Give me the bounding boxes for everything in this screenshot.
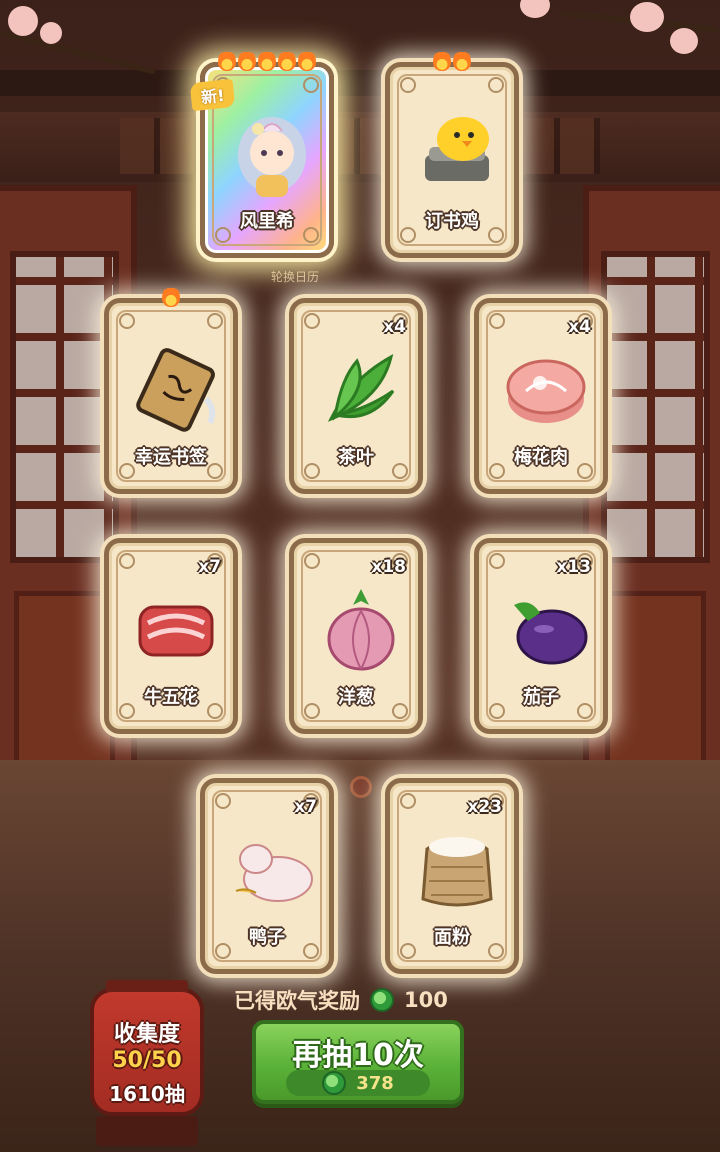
ceiling-beam [0, 70, 720, 96]
draw-again-button[interactable]: 再抽10次 378 [252, 1020, 464, 1104]
card-name: 牛五花 [144, 687, 198, 708]
flame-icon [278, 49, 296, 71]
card-quantity: x23 [467, 797, 502, 817]
reward-card[interactable]: x23 面粉 [385, 778, 519, 974]
card-corner-ornament [119, 313, 135, 329]
jade-coin-icon [322, 1071, 347, 1095]
reward-card[interactable]: 新! 风里希 [189, 49, 334, 258]
card-name: 风里希 [240, 211, 294, 232]
flame-icon [453, 49, 471, 71]
card-name: 梅花肉 [514, 447, 568, 468]
flame-icon [433, 49, 451, 71]
rarity-flames [109, 285, 233, 311]
card-corner-ornament [400, 77, 416, 93]
blossom-branch [0, 30, 156, 75]
lantern-stand [96, 1116, 198, 1146]
reward-label: 已得欧气奖励 [234, 989, 360, 1013]
card-corner-ornament [304, 313, 320, 329]
card-quantity: x13 [556, 557, 591, 577]
card-name: 幸运书签 [135, 447, 207, 468]
card-corner-ornament [207, 313, 223, 329]
card-name: 茶叶 [338, 447, 374, 468]
card-quantity: x4 [568, 317, 591, 337]
blossom-flower [520, 0, 550, 18]
card-name: 订书鸡 [425, 211, 479, 232]
beef-slice-icon [126, 579, 226, 679]
tea-leaf-icon [311, 339, 411, 439]
reward-card[interactable]: 订书鸡 [385, 49, 519, 258]
card-corner-ornament [215, 793, 231, 809]
card-corner-ornament [303, 77, 319, 93]
lattice-panel [120, 118, 600, 174]
flame-icon [258, 49, 276, 71]
flame-icon [238, 49, 256, 71]
flour-sack-icon [407, 819, 507, 919]
card-corner-ornament [489, 553, 505, 569]
reward-card[interactable]: x4 梅花肉 [474, 298, 608, 494]
card-corner-ornament [304, 553, 320, 569]
blossom-flower [40, 22, 62, 44]
duck-icon [222, 819, 322, 919]
draw-cost: 378 [286, 1070, 430, 1096]
rotation-calendar-label: 轮换日历 [270, 270, 319, 284]
card-name: 茄子 [523, 687, 559, 708]
jade-coin-icon [370, 988, 394, 1012]
reward-card[interactable]: 幸运书签 [104, 285, 238, 494]
flame-icon [162, 285, 180, 307]
reward-card[interactable]: x7 鸭子 [200, 778, 334, 974]
onion-icon [311, 579, 411, 679]
character-portrait-icon [222, 103, 322, 203]
card-quantity: x4 [383, 317, 406, 337]
reward-card[interactable]: x7 牛五花 [104, 538, 238, 734]
door-knob [350, 776, 372, 798]
card-corner-ornament [400, 793, 416, 809]
card-name: 鸭子 [249, 927, 285, 948]
reward-card[interactable]: x13 茄子 [474, 538, 608, 734]
card-name: 面粉 [434, 927, 470, 948]
flame-icon [298, 49, 316, 71]
card-name: 洋葱 [338, 687, 374, 708]
card-quantity: x7 [294, 797, 317, 817]
blossom-flower [8, 6, 38, 36]
card-quantity: x7 [198, 557, 221, 577]
blossom-flower [670, 28, 698, 54]
bookmark-icon [126, 339, 226, 439]
card-quantity: x18 [371, 557, 406, 577]
rarity-flames [390, 49, 514, 75]
card-corner-ornament [119, 553, 135, 569]
reward-card[interactable]: x4 茶叶 [289, 298, 423, 494]
collection-progress: 50/50 [112, 1048, 182, 1073]
collection-title: 收集度 [113, 1022, 180, 1047]
collection-draw-count: 1610抽 [109, 1082, 185, 1106]
draw-cost-value: 378 [356, 1072, 394, 1094]
reward-summary: 已得欧气奖励 100 [234, 985, 448, 1015]
stapler-chick-icon [407, 103, 507, 203]
collection-lantern-button[interactable]: 收集度 50/50 1610抽 [90, 980, 204, 1116]
card-corner-ornament [489, 313, 505, 329]
card-corner-ornament [488, 77, 504, 93]
rarity-flames [205, 49, 329, 75]
right-door [583, 185, 720, 855]
pork-shoulder-icon [496, 339, 596, 439]
eggplant-icon [496, 579, 596, 679]
draw-again-label: 再抽10次 [292, 1038, 424, 1073]
reward-card[interactable]: x18 洋葱 [289, 538, 423, 734]
flame-icon [218, 49, 236, 71]
blossom-flower [630, 2, 664, 32]
reward-amount: 100 [404, 988, 448, 1012]
